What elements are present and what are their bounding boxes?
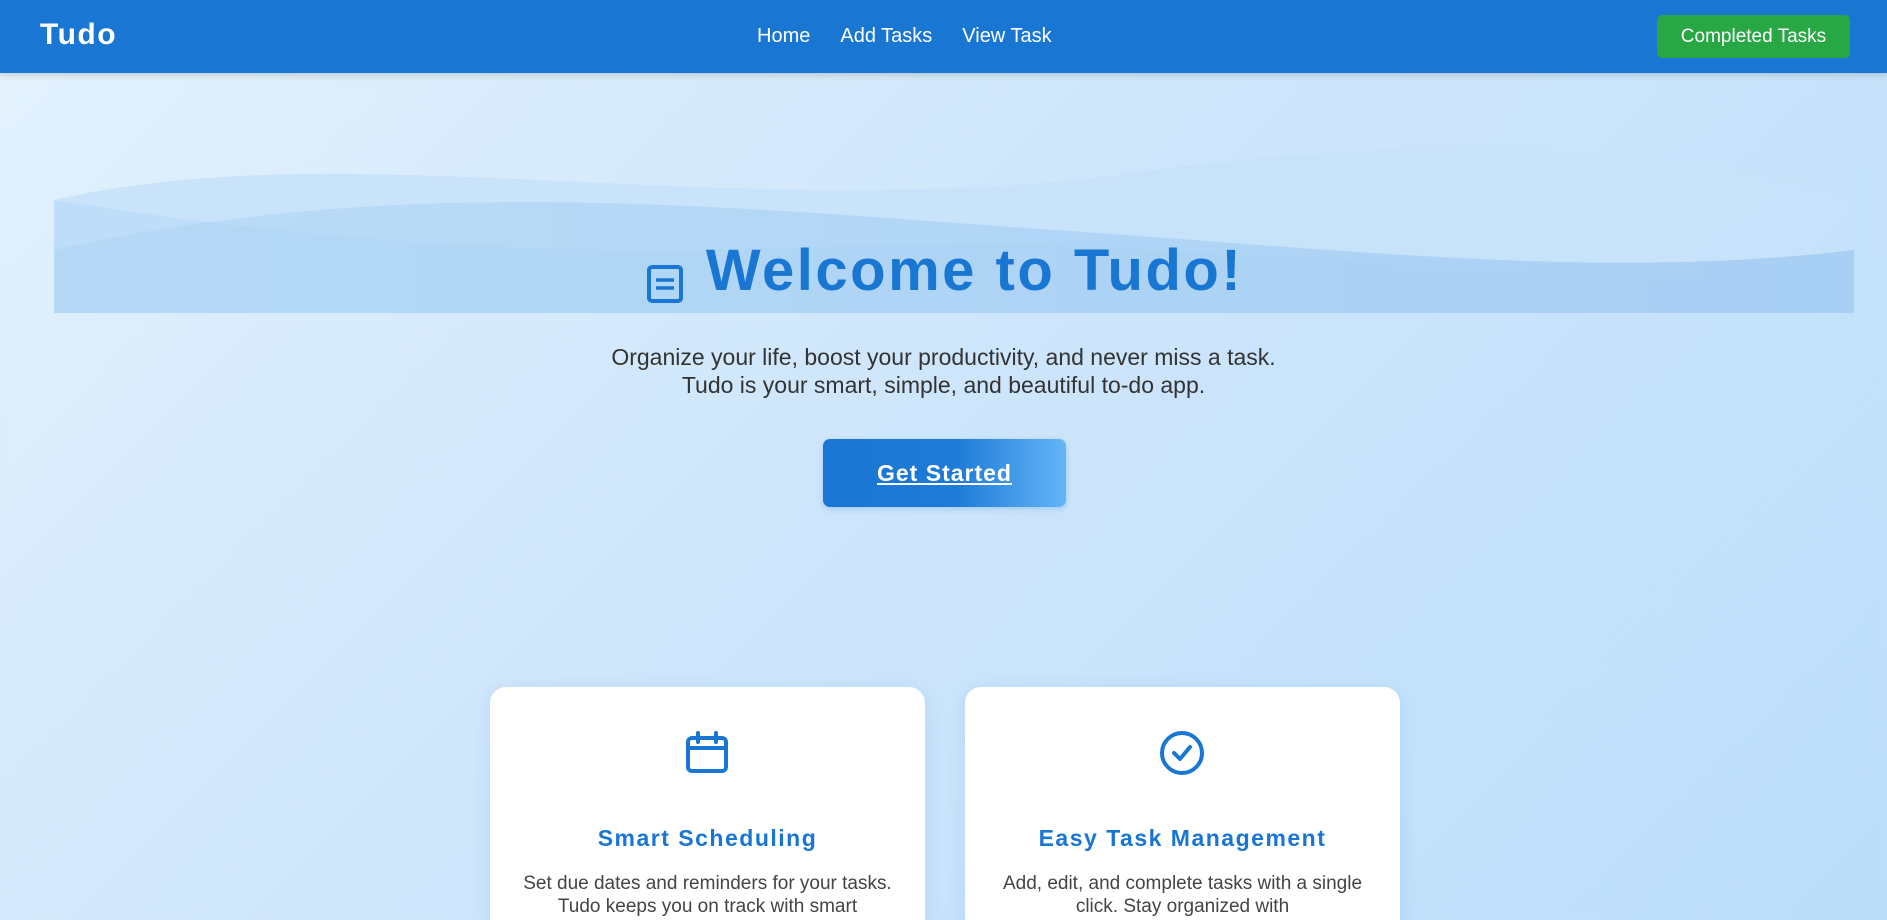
check-circle-icon: [1160, 731, 1204, 775]
hero-subtitle-line-1: Organize your life, boost your productiv…: [611, 344, 1276, 370]
page-title: Welcome to Tudo!: [705, 238, 1244, 303]
top-navbar: Tudo Home Add Tasks View Task Completed …: [0, 0, 1887, 73]
feature-title: Easy Task Management: [1038, 825, 1327, 851]
hero-subtitle-line-2: Tudo is your smart, simple, and beautifu…: [681, 372, 1206, 398]
nav-link-add-tasks[interactable]: Add Tasks: [840, 25, 932, 48]
feature-title: Smart Scheduling: [597, 825, 818, 851]
feature-card-easy-task-management: Easy Task Management Add, edit, and comp…: [965, 687, 1400, 920]
feature-card-smart-scheduling: Smart Scheduling Set due dates and remin…: [490, 687, 925, 920]
nav-link-home[interactable]: Home: [757, 25, 810, 48]
hero-subtitle: Organize your life, boost your productiv…: [0, 343, 1887, 399]
calendar-icon: [686, 731, 728, 773]
nav-link-view-task[interactable]: View Task: [962, 25, 1051, 48]
brand-logo[interactable]: Tudo: [40, 18, 117, 52]
feature-description: Add, edit, and complete tasks with a sin…: [1002, 873, 1363, 917]
notes-icon: [646, 265, 683, 303]
feature-description: Set due dates and reminders for your tas…: [523, 873, 892, 917]
nav-links: Home Add Tasks View Task: [757, 25, 1052, 48]
get-started-button[interactable]: Get Started: [823, 439, 1066, 507]
hero-heading: Welcome to Tudo!: [0, 236, 1887, 306]
completed-tasks-button[interactable]: Completed Tasks: [1657, 15, 1850, 58]
